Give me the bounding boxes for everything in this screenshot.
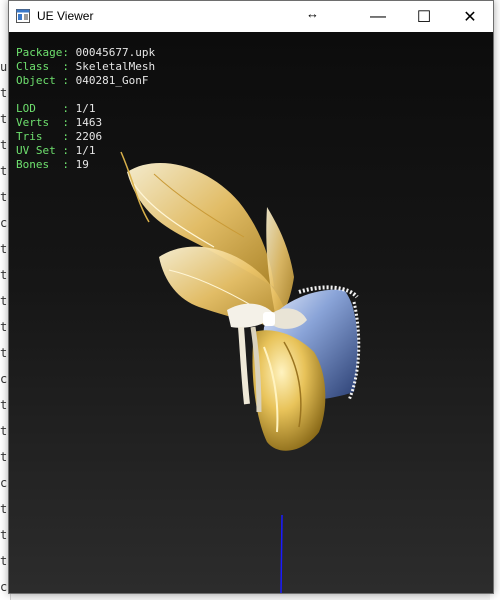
axis-gizmo-z <box>280 515 283 593</box>
app-icon <box>16 9 30 23</box>
resize-cursor-icon: ↔ <box>306 6 319 21</box>
minimize-icon: — <box>370 7 386 25</box>
ue-viewer-window: UE Viewer ↔ — ☐ ✕ Package: 00045677.upk … <box>8 0 494 594</box>
close-icon: ✕ <box>463 8 477 26</box>
title-bar[interactable]: UE Viewer ↔ — ☐ ✕ <box>9 1 493 32</box>
hat-mesh-render <box>120 151 361 451</box>
minimize-button[interactable]: — <box>355 1 401 32</box>
3d-viewport[interactable]: Package: 00045677.upk Class : SkeletalMe… <box>9 32 493 593</box>
window-title: UE Viewer <box>37 9 94 23</box>
maximize-button[interactable]: ☐ <box>401 1 447 32</box>
maximize-icon: ☐ <box>416 8 432 26</box>
close-button[interactable]: ✕ <box>447 1 493 32</box>
feather-plume <box>120 151 294 327</box>
